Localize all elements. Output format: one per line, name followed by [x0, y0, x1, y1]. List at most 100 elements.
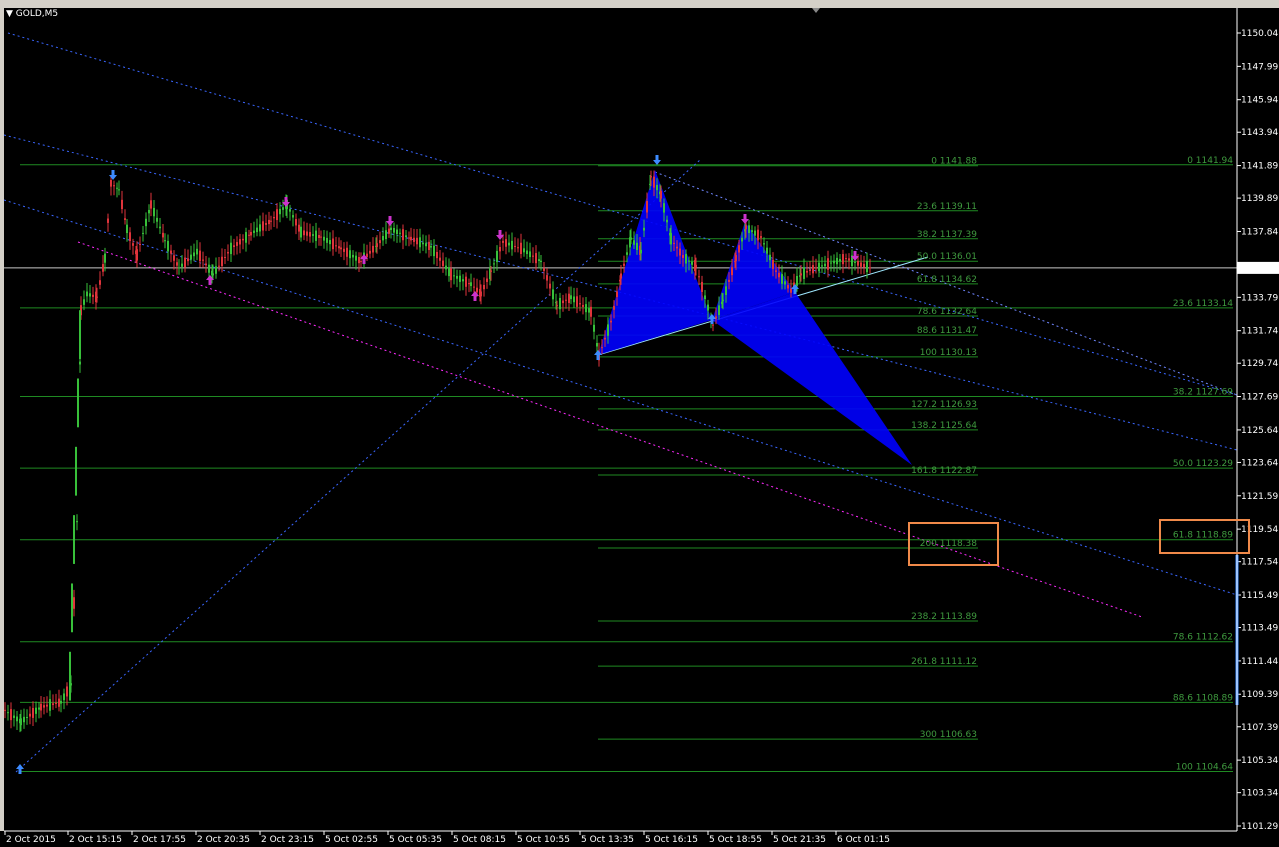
fib-retracement-lines	[4, 164, 1237, 773]
candle-body	[425, 243, 427, 247]
zigzag-low-arrow-icon	[16, 764, 24, 774]
dropdown-triangle-icon[interactable]: ▼	[6, 9, 13, 19]
candle-body	[552, 289, 554, 300]
price-tick-label: 1137.84	[1241, 227, 1278, 237]
candle-body	[396, 229, 398, 235]
candle-body	[453, 275, 455, 277]
candle-body	[450, 268, 452, 281]
candle-body	[312, 234, 314, 236]
fib-label-right: 50.0 1123.29	[1173, 459, 1233, 469]
candle-body	[132, 243, 134, 246]
candle-body	[679, 248, 681, 256]
candle-body	[842, 254, 844, 265]
candle-body	[812, 265, 814, 274]
candle-body	[775, 270, 777, 272]
candle-body	[376, 243, 378, 247]
candle-body	[124, 218, 126, 220]
candle-body	[511, 240, 513, 250]
candle-body	[821, 265, 823, 267]
candle-body	[796, 275, 798, 286]
candle-body	[663, 203, 665, 213]
candle-body	[355, 255, 357, 261]
candle-body	[538, 259, 540, 262]
price-tick-label: 1119.54	[1241, 525, 1278, 535]
candle-body	[360, 261, 362, 263]
price-tick-label: 1113.49	[1241, 624, 1278, 634]
price-tick-label: 1101.29	[1241, 822, 1278, 832]
candle-body	[590, 306, 592, 317]
candle-body	[212, 273, 214, 276]
candle-body	[499, 247, 501, 252]
candle-body	[526, 250, 528, 255]
candle-body	[181, 263, 183, 267]
candle-body	[399, 232, 401, 234]
time-tick-label: 2 Oct 15:15	[69, 835, 122, 845]
candle-body	[99, 280, 101, 285]
candle-body	[32, 707, 34, 718]
candle-body	[529, 251, 531, 258]
candle-body	[803, 267, 805, 279]
candle-body	[505, 239, 507, 247]
candle-body	[673, 242, 675, 244]
candle-body	[306, 231, 308, 236]
candle-body	[725, 286, 727, 295]
candle-body	[102, 264, 104, 272]
candle-body	[601, 347, 603, 349]
candle-body	[416, 237, 418, 245]
candle-body	[666, 219, 668, 223]
candle-body	[633, 240, 635, 245]
candle-body	[46, 704, 48, 707]
price-tick-label: 1147.99	[1241, 62, 1278, 72]
candle-body	[470, 282, 472, 287]
candle-body	[570, 295, 572, 300]
candle-body	[227, 251, 229, 254]
candle-body	[259, 224, 261, 232]
candle-body	[772, 259, 774, 269]
candle-body	[393, 227, 395, 233]
candle-body	[26, 716, 28, 718]
candle-body	[167, 240, 169, 252]
candle-body	[636, 242, 638, 251]
candle-body	[607, 324, 609, 336]
candle-body	[863, 263, 865, 268]
candle-body	[265, 223, 267, 225]
candle-body	[670, 232, 672, 245]
candle-body	[676, 246, 678, 249]
candle-body	[496, 250, 498, 263]
candle-body	[196, 248, 198, 255]
fib-label-left: 78.6 1132.64	[917, 307, 977, 317]
fib-label-left: 23.6 1139.11	[917, 202, 977, 212]
candle-body	[178, 267, 180, 269]
candle-body	[616, 291, 618, 297]
candle-body	[540, 260, 542, 263]
candle-body	[23, 716, 25, 723]
candle-body	[623, 263, 625, 266]
candle-body	[162, 232, 164, 238]
time-tick-label: 5 Oct 18:55	[709, 835, 762, 845]
candle-body	[827, 258, 829, 270]
candle-body	[104, 253, 106, 263]
candle-body	[256, 227, 258, 233]
chart-canvas[interactable]: 0 1141.94 23.6 1133.14 38.2 1127.69 50.0 11…	[0, 0, 1279, 847]
candle-body	[298, 224, 300, 232]
price-tick-label: 1109.39	[1241, 690, 1278, 700]
candle-body	[315, 230, 317, 241]
candle-body	[565, 299, 567, 301]
candle-body	[343, 248, 345, 252]
current-price-label: 1135.60	[1240, 264, 1277, 274]
candle-body	[731, 267, 733, 276]
fib-label-left: 300 1106.63	[920, 730, 977, 740]
candle-body	[508, 242, 510, 246]
candle-body	[379, 240, 381, 244]
candle-body	[369, 250, 371, 254]
price-tick-label: 1141.89	[1241, 162, 1278, 172]
symbol-title: ▼ GOLD,M5	[6, 9, 58, 19]
candle-body	[335, 245, 337, 247]
candle-body	[323, 236, 325, 241]
candle-body	[428, 241, 430, 251]
candle-body	[295, 219, 297, 226]
candle-body	[187, 258, 189, 262]
candle-body	[514, 245, 516, 247]
candle-body	[757, 229, 759, 241]
candle-body	[79, 361, 81, 365]
